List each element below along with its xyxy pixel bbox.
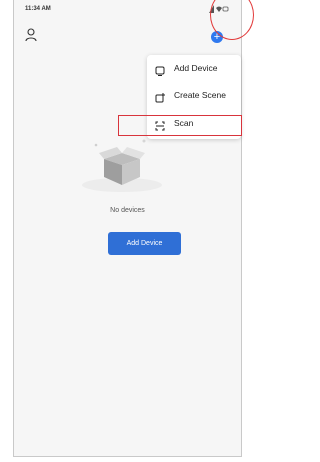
- status-time: 11:34 AM: [25, 6, 51, 12]
- add-device-button[interactable]: Add Device: [108, 232, 181, 255]
- status-bar: 11:34 AM: [14, 0, 241, 16]
- menu-item-add-device[interactable]: Add Device: [147, 57, 241, 81]
- no-devices-text: No devices: [110, 207, 145, 214]
- menu-label-create-scene: Create Scene: [174, 90, 226, 100]
- add-device-icon: [155, 63, 165, 76]
- annotation-rectangle: [118, 115, 242, 136]
- menu-item-create-scene[interactable]: Create Scene: [147, 84, 241, 108]
- menu-label-add-device: Add Device: [174, 63, 218, 73]
- profile-icon[interactable]: [25, 28, 37, 42]
- create-scene-icon: [155, 90, 165, 103]
